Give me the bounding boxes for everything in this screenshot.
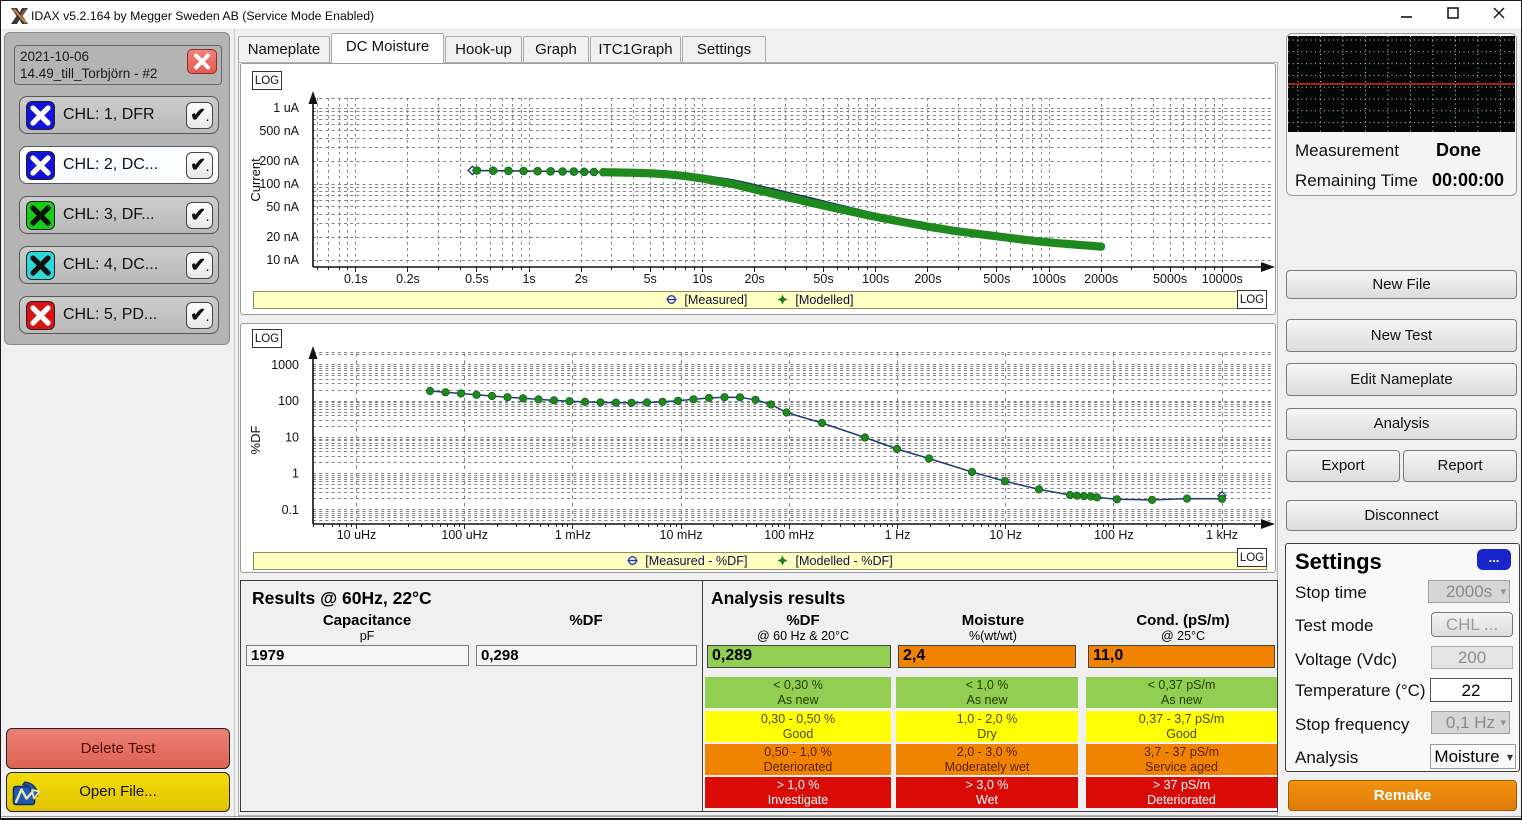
- svg-text:1 kHz: 1 kHz: [1206, 528, 1238, 542]
- svg-text:0.2s: 0.2s: [396, 272, 420, 286]
- svg-text:%DF: %DF: [248, 425, 263, 454]
- svg-text:1 Hz: 1 Hz: [885, 528, 911, 542]
- svg-text:2000s: 2000s: [1084, 272, 1118, 286]
- svg-text:1s: 1s: [522, 272, 535, 286]
- svg-text:1000s: 1000s: [1032, 272, 1066, 286]
- svg-text:1: 1: [292, 467, 299, 481]
- svg-text:100 Hz: 100 Hz: [1094, 528, 1134, 542]
- svg-text:0.1s: 0.1s: [344, 272, 368, 286]
- svg-text:10: 10: [285, 430, 299, 444]
- svg-text:10 mHz: 10 mHz: [660, 528, 703, 542]
- svg-text:10 nA: 10 nA: [266, 253, 299, 267]
- svg-text:10 Hz: 10 Hz: [989, 528, 1022, 542]
- svg-text:10s: 10s: [692, 272, 712, 286]
- svg-text:5s: 5s: [644, 272, 657, 286]
- svg-text:500 nA: 500 nA: [259, 124, 299, 138]
- svg-text:100s: 100s: [862, 272, 889, 286]
- svg-text:10 uHz: 10 uHz: [337, 528, 377, 542]
- svg-text:200s: 200s: [914, 272, 941, 286]
- svg-text:20 nA: 20 nA: [266, 230, 299, 244]
- svg-text:20s: 20s: [745, 272, 765, 286]
- svg-text:100: 100: [278, 394, 299, 408]
- svg-text:500s: 500s: [983, 272, 1010, 286]
- svg-text:5000s: 5000s: [1153, 272, 1187, 286]
- svg-text:100 nA: 100 nA: [259, 177, 299, 191]
- svg-text:1 mHz: 1 mHz: [555, 528, 591, 542]
- svg-text:100 uHz: 100 uHz: [441, 528, 488, 542]
- svg-text:0.5s: 0.5s: [465, 272, 489, 286]
- svg-text:200 nA: 200 nA: [259, 154, 299, 168]
- svg-text:1 uA: 1 uA: [273, 101, 299, 115]
- svg-text:50 nA: 50 nA: [266, 200, 299, 214]
- svg-text:50s: 50s: [813, 272, 833, 286]
- svg-text:2s: 2s: [575, 272, 588, 286]
- svg-text:1000: 1000: [271, 358, 299, 372]
- svg-text:0.1: 0.1: [282, 503, 299, 517]
- svg-text:Current: Current: [248, 158, 263, 202]
- svg-text:100 mHz: 100 mHz: [764, 528, 814, 542]
- svg-text:10000s: 10000s: [1202, 272, 1243, 286]
